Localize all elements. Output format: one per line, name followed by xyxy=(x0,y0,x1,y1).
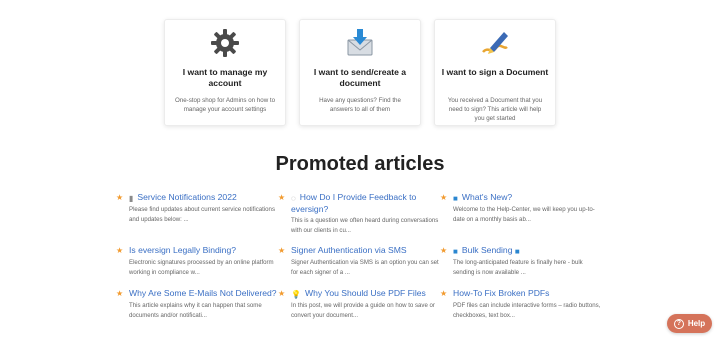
card-description: Have any questions? Find the answers to … xyxy=(319,97,401,113)
star-icon: ★ xyxy=(440,193,448,202)
article-link[interactable]: 💡 Why You Should Use PDF Files xyxy=(291,288,443,300)
article-snippet: Please find updates about current servic… xyxy=(129,206,275,223)
envelope-download-icon xyxy=(347,29,373,56)
help-button[interactable]: ? Help xyxy=(667,314,712,333)
promoted-articles-heading: Promoted articles xyxy=(275,153,445,175)
article-link[interactable]: ■ Bulk Sending ■ xyxy=(453,245,605,257)
star-icon: ★ xyxy=(278,289,286,298)
article-link[interactable]: ◌ How Do I Provide Feedback to eversign? xyxy=(291,192,443,215)
article-emoji-icon: ▮ xyxy=(129,194,134,203)
article-snippet: This article explains why it can happen … xyxy=(129,302,262,319)
star-icon: ★ xyxy=(116,246,124,255)
lightbulb-icon: 💡 xyxy=(291,290,301,299)
category-cards: I want to manage my account One-stop sho… xyxy=(164,19,556,127)
article-snippet: Electronic signatures processed by an on… xyxy=(129,259,274,276)
card-description: One-stop shop for Admins on how to manag… xyxy=(174,97,276,113)
card-sign-document[interactable]: I want to sign a Document You received a… xyxy=(434,19,556,126)
new-badge-icon: ■ xyxy=(453,247,458,256)
question-circle-icon: ? xyxy=(673,318,684,329)
card-manage-account[interactable]: I want to manage my account One-stop sho… xyxy=(164,19,286,126)
card-description: You received a Document that you need to… xyxy=(447,97,543,122)
speech-bubble-icon: ◌ xyxy=(291,194,296,203)
article-snippet: This is a question we often heard during… xyxy=(291,217,439,234)
star-icon: ★ xyxy=(278,193,286,202)
article-snippet: PDF files can include interactive forms … xyxy=(453,302,601,319)
article-link[interactable]: How-To Fix Broken PDFs xyxy=(453,288,605,299)
card-title: I want to send/create a document xyxy=(313,67,407,88)
article-link[interactable]: ■ What's New? xyxy=(453,192,605,204)
article-link[interactable]: Is eversign Legally Binding? xyxy=(129,245,281,256)
star-icon: ★ xyxy=(278,246,286,255)
article-link[interactable]: Why Are Some E-Mails Not Delivered? xyxy=(129,288,281,299)
star-icon: ★ xyxy=(116,193,124,202)
star-icon: ★ xyxy=(440,289,448,298)
card-title: I want to manage my account xyxy=(182,67,268,88)
gear-icon xyxy=(211,29,239,57)
signature-pen-icon xyxy=(482,32,508,54)
article-snippet: The long-anticipated feature is finally … xyxy=(453,259,583,276)
article-snippet: In this post, we will provide a guide on… xyxy=(291,302,435,319)
card-send-document[interactable]: I want to send/create a document Have an… xyxy=(299,19,421,126)
article-snippet: Welcome to the Help-Center, we will keep… xyxy=(453,206,595,223)
article-link[interactable]: Signer Authentication via SMS xyxy=(291,245,443,256)
new-badge-icon: ■ xyxy=(453,194,458,203)
star-icon: ★ xyxy=(116,289,124,298)
help-button-label: Help xyxy=(687,319,706,328)
card-title: I want to sign a Document xyxy=(441,67,549,77)
article-snippet: Signer Authentication via SMS is an opti… xyxy=(291,259,439,276)
new-badge-icon: ■ xyxy=(514,247,520,256)
star-icon: ★ xyxy=(440,246,448,255)
article-link[interactable]: ▮ Service Notifications 2022 xyxy=(129,192,281,204)
